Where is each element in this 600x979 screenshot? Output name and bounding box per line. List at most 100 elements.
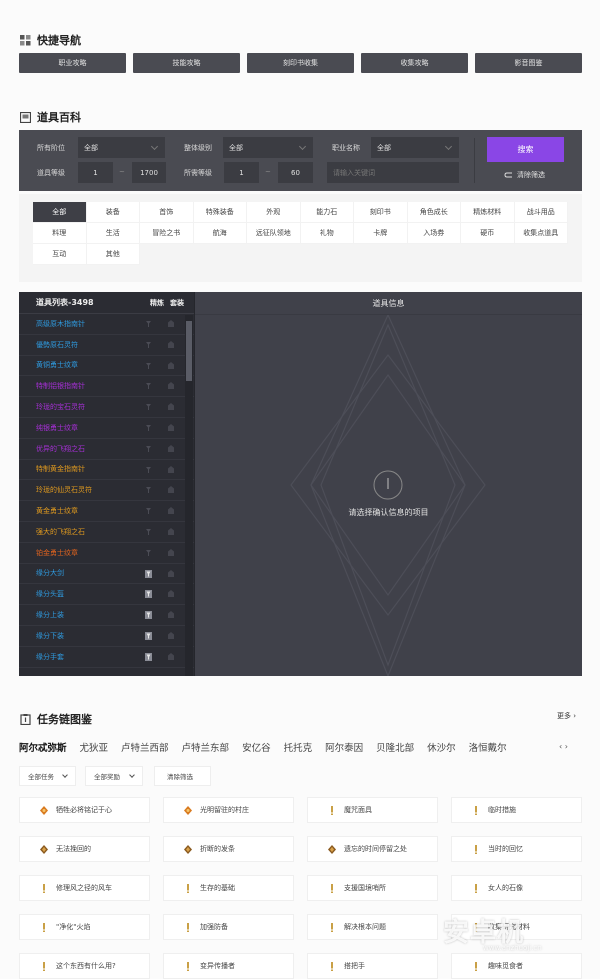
quest-card[interactable]: 无法挽回的 (19, 836, 150, 862)
item-list-scrollbar[interactable] (185, 315, 193, 676)
category-tab[interactable]: 礼物 (300, 223, 354, 244)
item-row[interactable]: 特制铝银指南针 (19, 376, 194, 398)
refine-icon (146, 321, 151, 327)
grade-select[interactable]: 全部 (223, 137, 313, 158)
quest-card[interactable]: 临时措施 (451, 797, 582, 823)
category-tab[interactable]: 冒险之书 (140, 223, 194, 244)
quest-card[interactable]: 生存的基础 (163, 875, 294, 901)
scrollbar-thumb[interactable] (186, 321, 192, 381)
category-tab[interactable]: 生活 (86, 223, 140, 244)
item-browser: 道具列表-3498 精炼 套装 高级原木指南针 優勢原石灵符 黄铜勇士纹章 特制铝银指… (19, 292, 582, 676)
quest-clear-filter-button[interactable]: 清除筛选 (154, 766, 211, 786)
quick-nav-button-skill-guide[interactable]: 技能攻略 (133, 53, 240, 73)
quest-card[interactable]: 牺牲必将铭记于心 (19, 797, 150, 823)
category-tab[interactable]: 战斗用品 (514, 202, 568, 223)
quest-name: 搭把手 (344, 962, 365, 970)
category-tab[interactable]: 首饰 (140, 202, 194, 223)
quest-card[interactable]: 搭把手 (307, 953, 438, 979)
region-tab[interactable]: 卢特兰东部 (182, 740, 230, 754)
region-tab[interactable]: 托托克 (284, 740, 313, 754)
clear-filter-button[interactable]: 清除筛选 (504, 170, 545, 180)
category-tab[interactable]: 卡牌 (354, 223, 408, 244)
item-row[interactable]: 优异的飞翔之石 (19, 439, 194, 460)
keyword-input[interactable]: 请输入关键词 (327, 162, 459, 183)
region-tab[interactable]: 尤狄亚 (80, 740, 109, 754)
category-tab[interactable]: 装备 (86, 202, 140, 223)
item-row[interactable]: 黄金勇士纹章 (19, 501, 194, 522)
tier-select[interactable]: 全部 (78, 137, 165, 158)
item-level-max-input[interactable]: 1700 (132, 162, 166, 183)
quick-nav-button-collection[interactable]: 收集攻略 (361, 53, 468, 73)
item-row[interactable]: 纯银勇士纹章 (19, 418, 194, 439)
more-link[interactable]: 更多 › (557, 711, 576, 721)
region-tab[interactable]: 休沙尔 (427, 740, 456, 754)
item-row[interactable]: 缘分上装 (19, 605, 194, 626)
region-tab[interactable]: 安亿谷 (242, 740, 271, 754)
category-tab[interactable]: 其他 (86, 244, 140, 265)
item-level-min-input[interactable]: 1 (78, 162, 113, 183)
quest-name: 魔咒面具 (344, 806, 372, 814)
item-name: 缘分头盔 (36, 590, 64, 599)
quest-card[interactable]: 加强防备 (163, 914, 294, 940)
quest-name: 遗忘的时间停留之处 (344, 845, 407, 853)
quest-name: 趣味觅食者 (488, 962, 523, 970)
item-row[interactable]: 玲珑的仙灵石灵符 (19, 480, 194, 502)
item-row[interactable]: 缘分下装 (19, 626, 194, 647)
quick-nav-button-engraving[interactable]: 刻印书收集 (247, 53, 354, 73)
category-tab[interactable]: 互动 (33, 244, 87, 265)
category-tab[interactable]: 刻印书 (354, 202, 408, 223)
item-row[interactable]: 缘分头盔 (19, 584, 194, 606)
item-row[interactable]: 玲珑的宝石灵符 (19, 397, 194, 418)
category-tab[interactable]: 精炼材料 (461, 202, 515, 223)
item-row[interactable]: 特制黄金指南针 (19, 460, 194, 481)
quest-card[interactable]: 魔咒面具 (307, 797, 438, 823)
category-tab[interactable]: 能力石 (300, 202, 354, 223)
quick-nav-button-media[interactable]: 影音图鉴 (475, 53, 582, 73)
quest-card[interactable]: 趣味觅食者 (451, 953, 582, 979)
item-row[interactable]: 铂金勇士纹章 (19, 543, 194, 564)
class-select[interactable]: 全部 (371, 137, 459, 158)
category-tab[interactable]: 外观 (247, 202, 301, 223)
category-tab[interactable]: 角色成长 (407, 202, 461, 223)
item-row[interactable]: 强大的飞翔之石 (19, 522, 194, 543)
category-tab[interactable]: 收集点道具 (514, 223, 568, 244)
category-tab[interactable]: 入场券 (407, 223, 461, 244)
chevron-right-icon[interactable]: › (565, 742, 568, 751)
quest-card[interactable]: 修理风之径的风车 (19, 875, 150, 901)
quick-nav-button-class-guide[interactable]: 职业攻略 (19, 53, 126, 73)
region-tab[interactable]: 阿尔泰因 (325, 740, 363, 754)
quest-card[interactable]: 这个东西有什么用? (19, 953, 150, 979)
category-tab[interactable]: 远征队领地 (247, 223, 301, 244)
region-tab[interactable]: 洛恒戴尔 (469, 740, 507, 754)
category-tab[interactable]: 硬币 (461, 223, 515, 244)
item-row[interactable]: 黄铜勇士纹章 (19, 356, 194, 377)
quest-card[interactable]: 当时的回忆 (451, 836, 582, 862)
chevron-left-icon[interactable]: ‹ (559, 742, 562, 751)
quest-card[interactable]: 解决根本问题 (307, 914, 438, 940)
quest-card[interactable]: 变异传播者 (163, 953, 294, 979)
search-button[interactable]: 搜索 (487, 137, 564, 162)
quest-card[interactable]: 折断的发条 (163, 836, 294, 862)
category-tab[interactable]: 全部 (33, 202, 87, 223)
req-level-max-input[interactable]: 60 (278, 162, 313, 183)
task-filter-select[interactable]: 全部任务 (19, 766, 76, 786)
category-tab[interactable]: 航海 (193, 223, 247, 244)
item-row[interactable]: 缘分手套 (19, 647, 194, 668)
quest-card[interactable]: 支援国境哨所 (307, 875, 438, 901)
reward-filter-select[interactable]: 全部奖励 (85, 766, 143, 786)
region-tab[interactable]: 卢特兰西部 (121, 740, 169, 754)
region-tab[interactable]: 贝隆北部 (376, 740, 414, 754)
set-icon (168, 444, 174, 452)
req-level-min-input[interactable]: 1 (224, 162, 259, 183)
item-row[interactable]: 高级原木指南针 (19, 314, 194, 335)
category-tab[interactable]: 特殊装备 (193, 202, 247, 223)
region-tab[interactable]: 阿尔忒弥斯 (19, 740, 67, 754)
quest-card[interactable]: "净化"火焰 (19, 914, 150, 940)
quest-card[interactable]: 遗忘的时间停留之处 (307, 836, 438, 862)
item-row[interactable]: 缘分大剑 (19, 564, 194, 585)
category-tab[interactable]: 料理 (33, 223, 87, 244)
quest-card[interactable]: 女人的石像 (451, 875, 582, 901)
refine-icon (146, 383, 151, 390)
quest-card[interactable]: 光明留驻的村庄 (163, 797, 294, 823)
item-row[interactable]: 優勢原石灵符 (19, 335, 194, 356)
